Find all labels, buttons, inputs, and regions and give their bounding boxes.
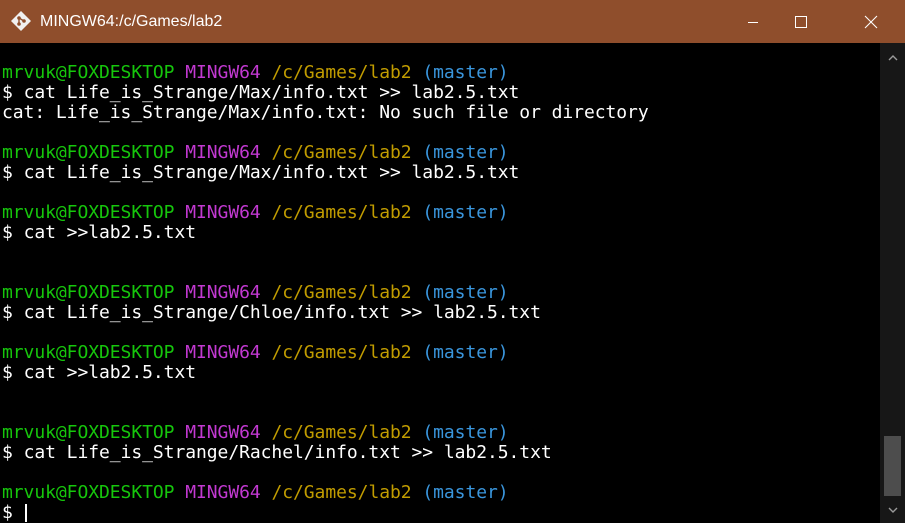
command-line: $ cat >>lab2.5.txt [2, 223, 196, 243]
minimize-icon [748, 21, 758, 23]
prompt-system: MINGW64 [185, 342, 261, 363]
prompt-symbol: $ [2, 302, 13, 323]
prompt-path: /c/Games/lab2 [271, 282, 412, 303]
maximize-button[interactable] [778, 0, 824, 43]
prompt-system: MINGW64 [185, 142, 261, 163]
prompt-branch: (master) [422, 142, 509, 163]
prompt-path: /c/Games/lab2 [271, 202, 412, 223]
command-text: cat Life_is_Strange/Rachel/info.txt >> l… [23, 442, 552, 463]
prompt-line: mrvuk@FOXDESKTOP MINGW64 /c/Games/lab2 (… [2, 203, 509, 223]
chevron-down-icon [888, 507, 897, 513]
prompt-branch: (master) [422, 62, 509, 83]
command-text: cat Life_is_Strange/Max/info.txt >> lab2… [23, 82, 520, 103]
prompt-user-host: mrvuk@FOXDESKTOP [2, 202, 175, 223]
prompt-user-host: mrvuk@FOXDESKTOP [2, 142, 175, 163]
prompt-user-host: mrvuk@FOXDESKTOP [2, 482, 175, 503]
prompt-branch: (master) [422, 202, 509, 223]
prompt-symbol: $ [2, 162, 13, 183]
prompt-line: mrvuk@FOXDESKTOP MINGW64 /c/Games/lab2 (… [2, 343, 509, 363]
prompt-system: MINGW64 [185, 202, 261, 223]
vertical-scrollbar[interactable] [880, 43, 905, 523]
prompt-user-host: mrvuk@FOXDESKTOP [2, 422, 175, 443]
prompt-branch: (master) [422, 422, 509, 443]
prompt-symbol: $ [2, 362, 13, 383]
prompt-line: mrvuk@FOXDESKTOP MINGW64 /c/Games/lab2 (… [2, 483, 509, 503]
text-cursor [24, 504, 27, 522]
command-text: cat >>lab2.5.txt [23, 222, 196, 243]
prompt-system: MINGW64 [185, 482, 261, 503]
command-line: $ cat Life_is_Strange/Max/info.txt >> la… [2, 163, 519, 183]
command-text: cat Life_is_Strange/Max/info.txt >> lab2… [23, 162, 520, 183]
prompt-user-host: mrvuk@FOXDESKTOP [2, 62, 175, 83]
terminal-window: MINGW64:/c/Games/lab2 mrvuk@FOXDESKTOP M… [0, 0, 905, 523]
command-line: $ cat Life_is_Strange/Chloe/info.txt >> … [2, 303, 541, 323]
prompt-symbol: $ [2, 502, 13, 523]
prompt-user-host: mrvuk@FOXDESKTOP [2, 342, 175, 363]
prompt-symbol: $ [2, 442, 13, 463]
prompt-line: mrvuk@FOXDESKTOP MINGW64 /c/Games/lab2 (… [2, 63, 509, 83]
title-bar[interactable]: MINGW64:/c/Games/lab2 [0, 0, 905, 43]
terminal-output[interactable]: mrvuk@FOXDESKTOP MINGW64 /c/Games/lab2 (… [0, 43, 880, 523]
prompt-branch: (master) [422, 482, 509, 503]
prompt-path: /c/Games/lab2 [271, 142, 412, 163]
command-text: cat Life_is_Strange/Chloe/info.txt >> la… [23, 302, 541, 323]
minimize-button[interactable] [730, 0, 776, 43]
prompt-system: MINGW64 [185, 62, 261, 83]
prompt-symbol: $ [2, 82, 13, 103]
prompt-system: MINGW64 [185, 422, 261, 443]
prompt-branch: (master) [422, 282, 509, 303]
prompt-path: /c/Games/lab2 [271, 342, 412, 363]
prompt-path: /c/Games/lab2 [271, 62, 412, 83]
active-input-line[interactable]: $ [2, 503, 27, 523]
close-button[interactable] [848, 0, 894, 43]
chevron-up-icon [888, 55, 897, 61]
window-title: MINGW64:/c/Games/lab2 [40, 13, 223, 30]
scroll-down-button[interactable] [880, 499, 905, 521]
command-text: cat >>lab2.5.txt [23, 362, 196, 383]
prompt-symbol: $ [2, 222, 13, 243]
prompt-line: mrvuk@FOXDESKTOP MINGW64 /c/Games/lab2 (… [2, 143, 509, 163]
prompt-branch: (master) [422, 342, 509, 363]
output-line: cat: Life_is_Strange/Max/info.txt: No su… [2, 102, 649, 123]
maximize-icon [795, 15, 807, 28]
close-icon [864, 15, 878, 28]
prompt-path: /c/Games/lab2 [271, 422, 412, 443]
scroll-up-button[interactable] [880, 47, 905, 69]
prompt-system: MINGW64 [185, 282, 261, 303]
scroll-thumb[interactable] [884, 436, 901, 496]
prompt-user-host: mrvuk@FOXDESKTOP [2, 282, 175, 303]
prompt-path: /c/Games/lab2 [271, 482, 412, 503]
command-line: $ cat Life_is_Strange/Max/info.txt >> la… [2, 83, 519, 103]
command-line: $ cat Life_is_Strange/Rachel/info.txt >>… [2, 443, 552, 463]
prompt-line: mrvuk@FOXDESKTOP MINGW64 /c/Games/lab2 (… [2, 283, 509, 303]
git-bash-diamond-icon [10, 10, 32, 32]
prompt-line: mrvuk@FOXDESKTOP MINGW64 /c/Games/lab2 (… [2, 423, 509, 443]
command-line: $ cat >>lab2.5.txt [2, 363, 196, 383]
